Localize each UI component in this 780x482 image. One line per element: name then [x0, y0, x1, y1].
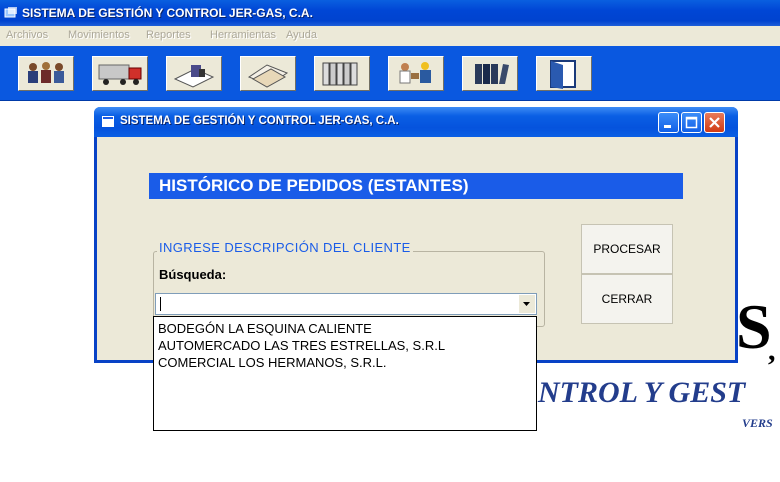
client-search-combobox[interactable]: [155, 293, 537, 315]
procesar-button[interactable]: PROCESAR: [581, 224, 673, 274]
books-button[interactable]: [462, 56, 518, 91]
chevron-down-icon: [523, 302, 530, 306]
app-title: SISTEMA DE GESTIÓN Y CONTROL JER-GAS, C.…: [22, 6, 313, 20]
combobox-dropdown-button[interactable]: [519, 295, 535, 313]
window-icon: [102, 116, 114, 127]
menu-ayuda[interactable]: Ayuda: [286, 29, 317, 41]
documents-icon: [173, 65, 215, 88]
dialog-titlebar[interactable]: SISTEMA DE GESTIÓN Y CONTROL JER-GAS, C.…: [94, 107, 738, 137]
report-heading: HISTÓRICO DE PEDIDOS (ESTANTES): [159, 176, 469, 195]
truck-button[interactable]: [92, 56, 148, 91]
exit-door-icon: [550, 60, 576, 89]
client-groupbox-legend: INGRESE DESCRIPCIÓN DEL CLIENTE: [157, 240, 413, 255]
minimize-icon: [664, 125, 671, 128]
dropdown-option[interactable]: AUTOMERCADO LAS TRES ESTRELLAS, S.R.L: [158, 338, 445, 353]
dropdown-option[interactable]: BODEGÓN LA ESQUINA CALIENTE: [158, 321, 372, 336]
toolbar: [0, 46, 780, 101]
menu-reportes[interactable]: Reportes: [146, 29, 191, 41]
minimize-button[interactable]: [658, 112, 679, 133]
documents-button[interactable]: [166, 56, 222, 91]
clients-icon: [28, 62, 64, 83]
background-subtitle: NTROL Y GEST: [538, 376, 746, 409]
maximize-button[interactable]: [681, 112, 702, 133]
dialog-title: SISTEMA DE GESTIÓN Y CONTROL JER-GAS, C.…: [120, 115, 399, 127]
clients-button[interactable]: [18, 56, 74, 91]
dropdown-option[interactable]: COMERCIAL LOS HERMANOS, S.R.L.: [158, 355, 387, 370]
truck-icon: [98, 64, 142, 85]
text-caret: [160, 297, 161, 311]
menu-archivos[interactable]: Archivos: [6, 29, 48, 41]
app-icon: [4, 7, 17, 18]
background-logo: S: [736, 291, 772, 362]
books-icon: [475, 64, 509, 84]
app-titlebar[interactable]: SISTEMA DE GESTIÓN Y CONTROL JER-GAS, C.…: [0, 0, 780, 26]
papers-icon: [247, 64, 289, 88]
cerrar-button[interactable]: CERRAR: [581, 274, 673, 324]
workers-button[interactable]: [388, 56, 444, 91]
close-icon: [709, 117, 720, 128]
background-logo-comma: ,: [768, 334, 776, 367]
papers-button[interactable]: [240, 56, 296, 91]
search-label: Búsqueda:: [159, 267, 227, 282]
exit-door-button[interactable]: [536, 56, 592, 91]
workers-icon: [399, 62, 431, 84]
report-header: HISTÓRICO DE PEDIDOS (ESTANTES): [149, 173, 683, 199]
menu-herramientas[interactable]: Herramientas: [210, 29, 276, 41]
menu-movimientos[interactable]: Movimientos: [68, 29, 130, 41]
menu-bar: Archivos Movimientos Reportes Herramient…: [0, 26, 780, 46]
close-window-button[interactable]: [704, 112, 725, 133]
maximize-icon: [685, 116, 698, 129]
binders-icon: [322, 62, 358, 86]
background-version: VERS: [742, 416, 773, 430]
client-dropdown-list[interactable]: BODEGÓN LA ESQUINA CALIENTE AUTOMERCADO …: [153, 316, 537, 431]
binders-button[interactable]: [314, 56, 370, 91]
